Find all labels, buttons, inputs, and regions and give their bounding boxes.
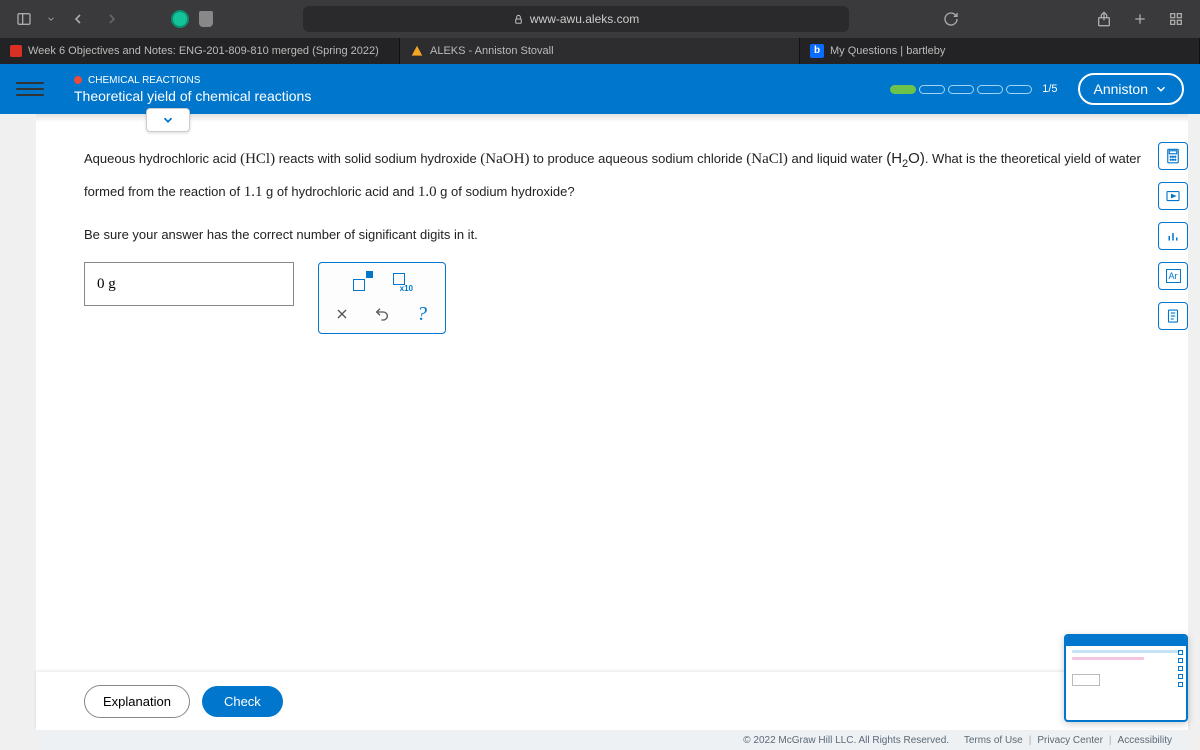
side-toolbar: Ar [1158,142,1188,330]
progress-segment [977,85,1003,94]
tab-objectives[interactable]: Week 6 Objectives and Notes: ENG-201-809… [0,38,400,64]
back-button[interactable] [66,7,90,31]
aleks-header: CHEMICAL REACTIONS Theoretical yield of … [0,64,1200,114]
clear-button[interactable] [331,303,353,325]
user-menu[interactable]: Anniston [1078,73,1184,105]
sidebar-toggle-icon[interactable] [12,7,36,31]
progress-segment [948,85,974,94]
check-button[interactable]: Check [202,686,283,717]
periodic-table-tool[interactable]: Ar [1158,262,1188,290]
tab-label: ALEKS - Anniston Stovall [430,45,554,57]
new-tab-icon[interactable] [1128,7,1152,31]
video-tool[interactable] [1158,182,1188,210]
grammarly-icon[interactable] [171,10,189,28]
explanation-button[interactable]: Explanation [84,685,190,718]
data-tool[interactable] [1158,222,1188,250]
undo-button[interactable] [371,303,393,325]
reload-button[interactable] [939,7,963,31]
help-button[interactable]: ? [411,303,433,325]
accessibility-link[interactable]: Accessibility [1118,735,1172,746]
category-text: CHEMICAL REACTIONS [88,75,200,86]
reference-tool[interactable] [1158,302,1188,330]
progress-segment [919,85,945,94]
content-area: Aqueous hydrochloric acid (HCl) reacts w… [36,114,1188,750]
forward-button[interactable] [100,7,124,31]
privacy-link[interactable]: Privacy Center [1037,735,1103,746]
math-toolbar: x10 ? [318,262,446,334]
collapse-handle[interactable] [146,108,190,132]
tab-label: Week 6 Objectives and Notes: ENG-201-809… [28,45,379,57]
page-title: Theoretical yield of chemical reactions [74,88,311,104]
tab-bartleby[interactable]: b My Questions | bartleby [800,38,1200,64]
record-dot-icon [74,76,82,84]
favicon-aleks [410,44,424,58]
chevron-down-icon [161,113,175,127]
url-text: www-awu.aleks.com [530,12,639,26]
chevron-down-icon[interactable] [46,7,56,31]
favicon-notes [10,45,22,57]
menu-button[interactable] [16,75,44,103]
footer: © 2022 McGraw Hill LLC. All Rights Reser… [36,730,1188,750]
question-text: Aqueous hydrochloric acid (HCl) reacts w… [84,142,1148,209]
progress-count: 1/5 [1042,83,1057,95]
tab-strip: Week 6 Objectives and Notes: ENG-201-809… [0,38,1200,64]
progress-indicator: 1/5 [890,83,1057,95]
progress-segment-done [890,85,916,94]
favicon-bartleby: b [810,44,824,58]
browser-toolbar: www-awu.aleks.com [0,0,1200,38]
tab-label: My Questions | bartleby [830,45,945,57]
calculator-tool[interactable] [1158,142,1188,170]
copyright-text: © 2022 McGraw Hill LLC. All Rights Reser… [743,735,949,746]
lock-icon [513,14,524,25]
superscript-button[interactable] [351,271,373,293]
progress-segment [1006,85,1032,94]
shield-icon[interactable] [199,11,213,27]
terms-link[interactable]: Terms of Use [964,735,1023,746]
tab-aleks[interactable]: ALEKS - Anniston Stovall [400,38,800,64]
subscript-x10-button[interactable]: x10 [391,271,413,293]
action-bar: Explanation Check [36,672,1188,730]
page-preview[interactable] [1064,634,1188,722]
share-icon[interactable] [1092,7,1116,31]
username: Anniston [1094,81,1148,97]
chevron-down-icon [1154,82,1168,96]
category-label: CHEMICAL REACTIONS [74,75,311,86]
address-bar[interactable]: www-awu.aleks.com [303,6,849,32]
tab-overview-icon[interactable] [1164,7,1188,31]
instruction-text: Be sure your answer has the correct numb… [84,227,1148,242]
answer-input[interactable] [84,262,294,306]
